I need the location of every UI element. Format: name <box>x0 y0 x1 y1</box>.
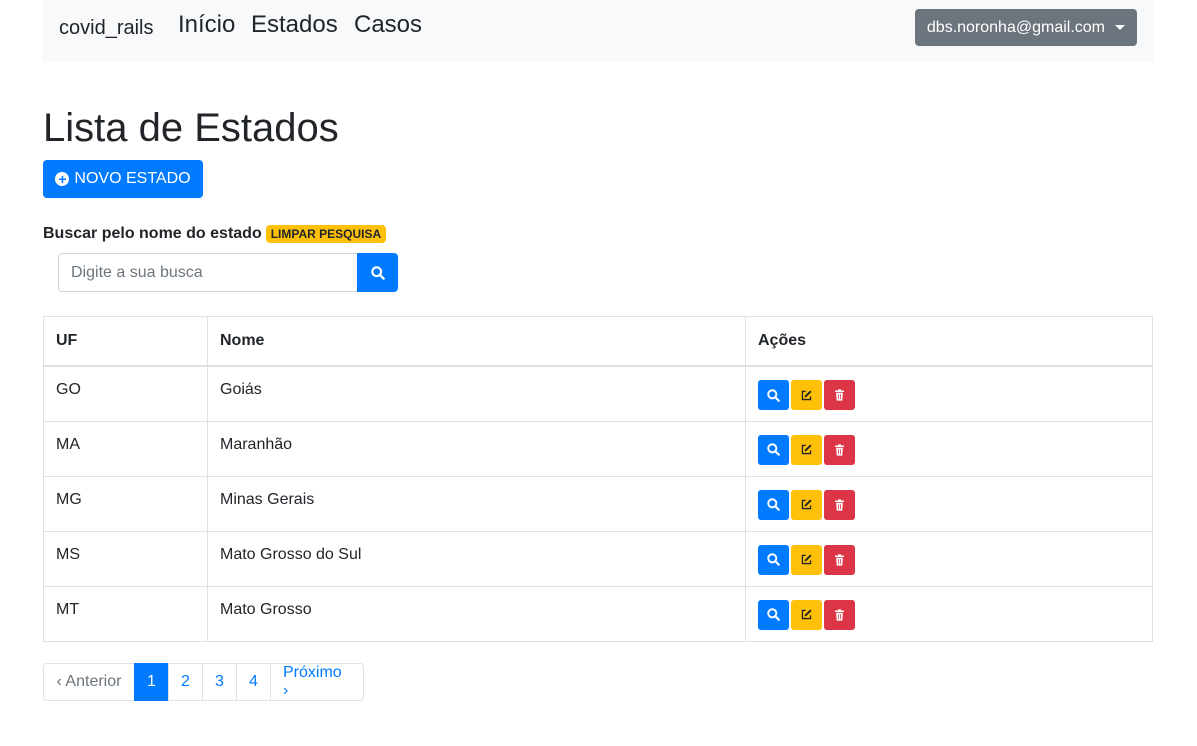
table-header-row: UF Nome Ações <box>43 316 1153 367</box>
cell-uf: MG <box>43 475 208 532</box>
user-email: dbs.noronha@gmail.com <box>926 19 1105 36</box>
search-icon <box>767 443 780 456</box>
column-header-nome: Nome <box>207 316 746 367</box>
column-header-uf: UF <box>43 316 208 367</box>
pagination: ‹ Anterior 1 2 3 4 Próximo › <box>43 663 364 701</box>
edit-icon <box>801 554 812 565</box>
delete-button[interactable] <box>824 599 855 630</box>
cell-uf: MT <box>43 585 208 642</box>
cell-actions <box>745 530 1153 587</box>
cell-nome: Mato Grosso <box>207 585 746 642</box>
edit-icon <box>801 609 812 620</box>
pagination-next[interactable]: Próximo › <box>270 663 364 701</box>
trash-icon <box>835 389 844 401</box>
delete-button[interactable] <box>824 380 855 410</box>
new-state-label: NOVO ESTADO <box>74 170 191 187</box>
pagination-previous[interactable]: ‹ Anterior <box>43 663 135 701</box>
search-icon <box>370 265 385 280</box>
plus-circle-icon: + <box>55 172 70 186</box>
edit-icon <box>801 444 812 455</box>
search-icon <box>767 388 780 402</box>
cell-actions <box>745 585 1153 642</box>
table-row: MT Mato Grosso <box>43 585 1153 642</box>
nav-link-casos[interactable]: Casos <box>354 11 422 39</box>
new-state-button[interactable]: + NOVO ESTADO <box>43 160 203 198</box>
cell-nome: Minas Gerais <box>207 475 746 532</box>
nav-link-inicio[interactable]: Início <box>178 11 235 39</box>
pagination-page-1[interactable]: 1 <box>134 663 169 701</box>
show-button[interactable] <box>758 489 789 520</box>
navbar: covid_rails Início Estados Casos dbs.nor… <box>43 0 1153 62</box>
search-input[interactable] <box>58 253 358 292</box>
cell-actions <box>745 475 1153 532</box>
show-button[interactable] <box>758 380 789 410</box>
table-row: MS Mato Grosso do Sul <box>43 530 1153 587</box>
edit-button[interactable] <box>791 380 822 410</box>
column-header-acoes: Ações <box>745 316 1153 367</box>
edit-button[interactable] <box>791 434 822 465</box>
edit-icon <box>801 499 812 510</box>
trash-icon <box>835 608 844 621</box>
search-icon <box>767 498 780 511</box>
search-label: Buscar pelo nome do estado <box>43 225 262 242</box>
table-row: MG Minas Gerais <box>43 475 1153 532</box>
trash-icon <box>835 498 844 511</box>
cell-uf: MS <box>43 530 208 587</box>
pagination-page-2[interactable]: 2 <box>168 663 203 701</box>
edit-button[interactable] <box>791 489 822 520</box>
page-title: Lista de Estados <box>43 106 339 150</box>
delete-button[interactable] <box>824 434 855 465</box>
cell-uf: MA <box>43 420 208 477</box>
delete-button[interactable] <box>824 489 855 520</box>
trash-icon <box>835 553 844 566</box>
edit-icon <box>801 389 812 400</box>
trash-icon <box>835 443 844 456</box>
search-icon <box>767 553 780 566</box>
caret-down-icon <box>1115 25 1125 30</box>
cell-actions <box>745 365 1153 422</box>
show-button[interactable] <box>758 544 789 575</box>
cell-nome: Goiás <box>207 365 746 422</box>
show-button[interactable] <box>758 434 789 465</box>
states-table: UF Nome Ações GO Goiás MA Maranhão MG Minas G… <box>43 316 1153 642</box>
brand-link[interactable]: covid_rails <box>59 17 153 40</box>
edit-button[interactable] <box>791 544 822 575</box>
user-dropdown-button[interactable]: dbs.noronha@gmail.com <box>914 9 1137 46</box>
edit-button[interactable] <box>791 599 822 630</box>
table-row: GO Goiás <box>43 365 1153 422</box>
delete-button[interactable] <box>824 544 855 575</box>
clear-search-badge[interactable]: LIMPAR PESQUISA <box>265 225 387 243</box>
search-icon <box>767 608 780 621</box>
cell-actions <box>745 420 1153 477</box>
cell-uf: GO <box>43 365 208 422</box>
show-button[interactable] <box>758 599 789 630</box>
cell-nome: Mato Grosso do Sul <box>207 530 746 587</box>
pagination-page-4[interactable]: 4 <box>236 663 271 701</box>
cell-nome: Maranhão <box>207 420 746 477</box>
pagination-page-3[interactable]: 3 <box>202 663 237 701</box>
nav-link-estados[interactable]: Estados <box>251 11 338 39</box>
search-label-row: Buscar pelo nome do estado LIMPAR PESQUI… <box>43 225 387 243</box>
table-row: MA Maranhão <box>43 420 1153 477</box>
search-button[interactable] <box>357 253 398 292</box>
